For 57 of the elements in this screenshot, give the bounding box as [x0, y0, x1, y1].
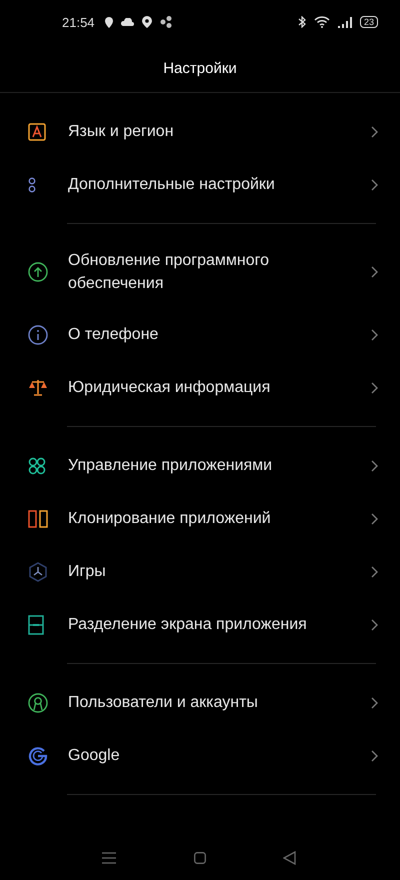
- item-label: Клонирование приложений: [68, 509, 272, 529]
- chevron-right-icon: [371, 512, 378, 524]
- wifi-icon: [314, 16, 330, 28]
- letter-a-icon: [28, 122, 46, 140]
- four-loops-icon: [28, 456, 46, 474]
- item-label: Управление приложениями: [68, 456, 274, 476]
- location-pin-icon: [104, 16, 113, 28]
- back-icon[interactable]: [283, 851, 296, 865]
- item-label: Пользователи и аккаунты: [68, 693, 259, 713]
- bluetooth-icon: [298, 16, 306, 28]
- page-title: Настройки: [163, 60, 237, 76]
- item-label: Дополнительные настройки: [68, 175, 276, 195]
- item-label: Обновление программного обеспечения: [68, 251, 270, 294]
- chevron-right-icon: [371, 178, 378, 190]
- settings-item[interactable]: Управление приложениями: [0, 439, 400, 492]
- chevron-right-icon: [371, 618, 378, 630]
- settings-item[interactable]: Google: [0, 729, 400, 782]
- chevron-right-icon: [371, 460, 378, 472]
- settings-item[interactable]: Игры: [0, 545, 400, 598]
- location-pin-icon: [142, 16, 152, 28]
- item-label: Разделение экрана приложения: [68, 615, 308, 635]
- letter-g-icon: [28, 746, 48, 766]
- battery-level: 23: [360, 16, 378, 28]
- chevron-right-icon: [371, 750, 378, 762]
- twin-rectangles-icon: [28, 510, 48, 528]
- chevron-right-icon: [371, 328, 378, 340]
- settings-item[interactable]: Пользователи и аккаунты: [0, 676, 400, 729]
- settings-item[interactable]: Клонирование приложений: [0, 492, 400, 545]
- chevron-right-icon: [371, 126, 378, 138]
- item-label: Язык и регион: [68, 122, 175, 142]
- item-label: О телефоне: [68, 325, 160, 345]
- split-screen-icon: [28, 614, 44, 634]
- info-icon: [28, 324, 48, 344]
- item-label: Google: [68, 746, 121, 766]
- cloud-icon: [120, 18, 134, 26]
- chevron-right-icon: [371, 696, 378, 708]
- settings-item[interactable]: Юридическая информация: [0, 361, 400, 414]
- chevron-right-icon: [371, 566, 378, 578]
- scales-icon: [28, 378, 48, 396]
- chevron-right-icon: [371, 266, 378, 278]
- home-icon[interactable]: [194, 852, 206, 864]
- user-circle-icon: [28, 692, 48, 712]
- settings-item[interactable]: Обновление программного обеспечения: [0, 236, 400, 308]
- hexagon-icon: [28, 562, 48, 582]
- menu-icon[interactable]: [102, 852, 116, 864]
- settings-item[interactable]: О телефоне: [0, 308, 400, 361]
- signal-icon: [338, 16, 352, 28]
- two-circles-icon: [28, 176, 36, 192]
- settings-item[interactable]: Разделение экрана приложения: [0, 598, 400, 651]
- share-icon: [160, 16, 172, 28]
- up-arrow-circle-icon: [28, 262, 48, 282]
- chevron-right-icon: [371, 382, 378, 394]
- settings-item[interactable]: Дополнительные настройки: [0, 158, 400, 211]
- item-label: Игры: [68, 562, 107, 582]
- item-label: Юридическая информация: [68, 378, 272, 398]
- settings-item[interactable]: Язык и регион: [0, 105, 400, 158]
- status-time: 21:54: [62, 14, 95, 30]
